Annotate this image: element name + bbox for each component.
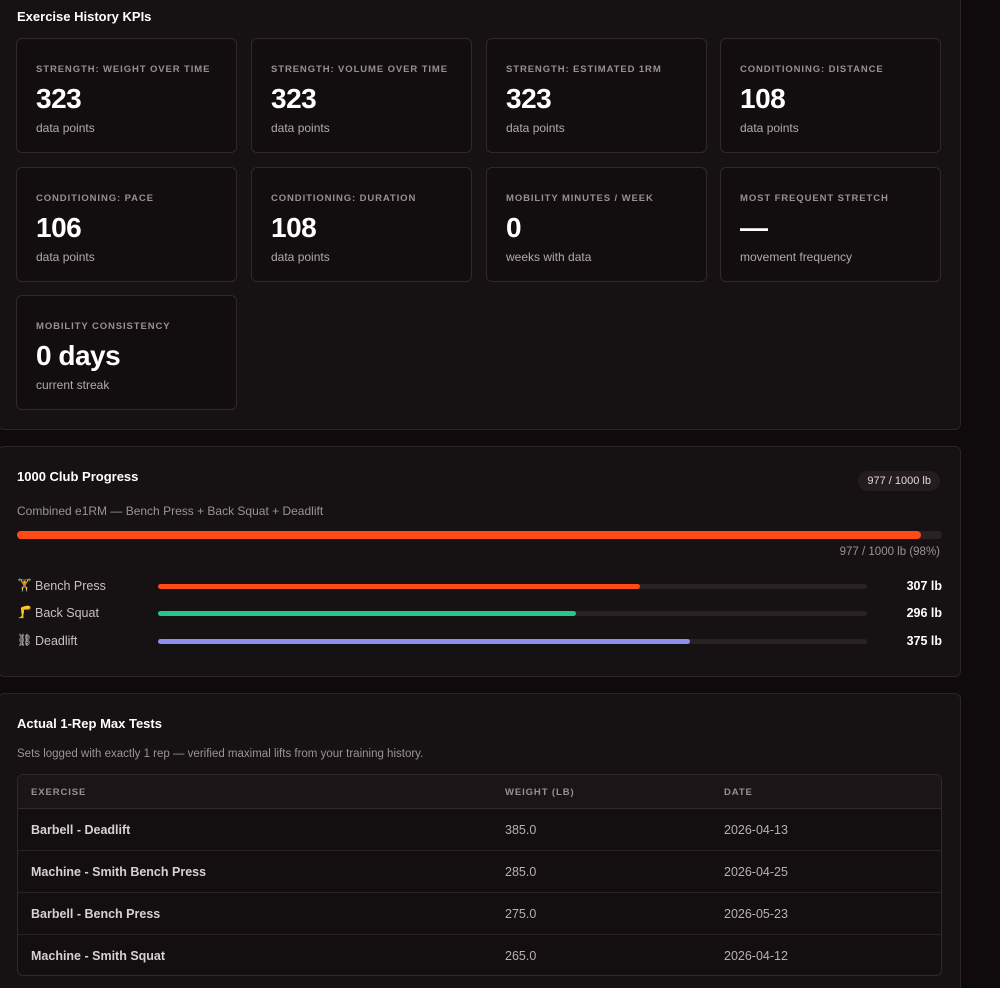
kpi-card-mobility-consistency: MOBILITY CONSISTENCY 0 days current stre… bbox=[16, 295, 237, 410]
lift-row-deadlift: ⛓ Deadlift 375 lb bbox=[17, 632, 942, 652]
lift-value: 375 lb bbox=[906, 634, 942, 648]
kpi-card-pace: CONDITIONING: PACE 106 data points bbox=[16, 167, 237, 282]
column-header-exercise[interactable]: EXERCISE bbox=[31, 787, 86, 798]
lift-progress-bar bbox=[158, 639, 867, 644]
kpi-card-weight-over-time: STRENGTH: WEIGHT OVER TIME 323 data poin… bbox=[16, 38, 237, 153]
kpi-label: STRENGTH: WEIGHT OVER TIME bbox=[36, 64, 211, 75]
tests-panel-title: Actual 1-Rep Max Tests bbox=[17, 716, 162, 731]
cell-date: 2026-05-23 bbox=[724, 907, 788, 921]
lift-value: 307 lb bbox=[906, 579, 942, 593]
kpi-panel-title: Exercise History KPIs bbox=[17, 9, 152, 24]
kpi-label: STRENGTH: ESTIMATED 1RM bbox=[506, 64, 662, 75]
tests-table: EXERCISE WEIGHT (LB) DATE Barbell - Dead… bbox=[17, 774, 942, 976]
lift-name: Bench Press bbox=[35, 579, 106, 593]
lift-value: 296 lb bbox=[906, 606, 942, 620]
kpi-label: CONDITIONING: DISTANCE bbox=[740, 64, 884, 75]
kpi-value: 0 days bbox=[36, 340, 121, 371]
column-header-date[interactable]: DATE bbox=[724, 787, 753, 798]
cell-date: 2026-04-25 bbox=[724, 865, 788, 879]
lift-row-back-squat: 🦵 Back Squat 296 lb bbox=[17, 604, 942, 624]
kpi-panel: Exercise History KPIs STRENGTH: WEIGHT O… bbox=[0, 0, 961, 430]
club-progress-fill bbox=[17, 531, 921, 539]
kpi-value: 108 bbox=[271, 212, 317, 243]
column-header-weight[interactable]: WEIGHT (LB) bbox=[505, 787, 575, 798]
kpi-label: CONDITIONING: PACE bbox=[36, 193, 154, 204]
kpi-sub: movement frequency bbox=[740, 250, 853, 264]
club-progress-panel: 1000 Club Progress 977 / 1000 lb Combine… bbox=[0, 446, 961, 677]
kpi-sub: data points bbox=[271, 121, 330, 135]
kpi-sub: data points bbox=[740, 121, 799, 135]
kpi-value: — bbox=[740, 212, 768, 243]
table-row[interactable]: Machine - Smith Squat 265.0 2026-04-12 bbox=[18, 935, 941, 975]
cell-date: 2026-04-13 bbox=[724, 823, 788, 837]
lift-progress-fill bbox=[158, 639, 690, 644]
kpi-card-volume-over-time: STRENGTH: VOLUME OVER TIME 323 data poin… bbox=[251, 38, 472, 153]
kpi-sub: data points bbox=[36, 121, 95, 135]
cell-date: 2026-04-12 bbox=[724, 949, 788, 963]
kpi-value: 106 bbox=[36, 212, 82, 243]
kpi-value: 323 bbox=[506, 83, 552, 114]
chain-icon: ⛓ bbox=[17, 633, 33, 647]
lift-row-bench-press: 🏋 Bench Press 307 lb bbox=[17, 577, 942, 597]
kpi-sub: data points bbox=[271, 250, 330, 264]
club-progress-caption: 977 / 1000 lb (98%) bbox=[839, 546, 940, 558]
kpi-sub: current streak bbox=[36, 378, 110, 392]
tests-description: Sets logged with exactly 1 rep — verifie… bbox=[17, 748, 424, 760]
kpi-value: 108 bbox=[740, 83, 786, 114]
lift-progress-bar bbox=[158, 584, 867, 589]
kpi-value: 323 bbox=[36, 83, 82, 114]
table-header: EXERCISE WEIGHT (LB) DATE bbox=[18, 775, 941, 809]
kpi-card-duration: CONDITIONING: DURATION 108 data points bbox=[251, 167, 472, 282]
barbell-icon: 🏋 bbox=[17, 578, 32, 592]
cell-weight: 385.0 bbox=[505, 823, 537, 837]
kpi-card-estimated-1rm: STRENGTH: ESTIMATED 1RM 323 data points bbox=[486, 38, 707, 153]
club-total-badge: 977 / 1000 lb bbox=[858, 471, 940, 491]
cell-weight: 285.0 bbox=[505, 865, 537, 879]
kpi-card-mobility-minutes: MOBILITY MINUTES / WEEK 0 weeks with dat… bbox=[486, 167, 707, 282]
lift-name: Deadlift bbox=[35, 634, 78, 648]
cell-exercise: Barbell - Deadlift bbox=[31, 823, 131, 837]
cell-exercise: Barbell - Bench Press bbox=[31, 907, 161, 921]
table-row[interactable]: Barbell - Bench Press 275.0 2026-05-23 bbox=[18, 893, 941, 935]
club-panel-title: 1000 Club Progress bbox=[17, 469, 139, 484]
table-row[interactable]: Barbell - Deadlift 385.0 2026-04-13 bbox=[18, 809, 941, 851]
lift-progress-fill bbox=[158, 584, 641, 589]
kpi-label: MOST FREQUENT STRETCH bbox=[740, 193, 889, 204]
kpi-sub: data points bbox=[506, 121, 565, 135]
leg-icon: 🦵 bbox=[17, 605, 32, 619]
table-row[interactable]: Machine - Smith Bench Press 285.0 2026-0… bbox=[18, 851, 941, 893]
kpi-card-most-frequent-stretch: MOST FREQUENT STRETCH — movement frequen… bbox=[720, 167, 941, 282]
kpi-label: MOBILITY CONSISTENCY bbox=[36, 321, 171, 332]
kpi-label: MOBILITY MINUTES / WEEK bbox=[506, 193, 654, 204]
kpi-card-distance: CONDITIONING: DISTANCE 108 data points bbox=[720, 38, 941, 153]
lift-progress-fill bbox=[158, 611, 577, 616]
kpi-label: CONDITIONING: DURATION bbox=[271, 193, 417, 204]
cell-exercise: Machine - Smith Squat bbox=[31, 949, 166, 963]
kpi-sub: data points bbox=[36, 250, 95, 264]
kpi-sub: weeks with data bbox=[506, 250, 592, 264]
lift-name: Back Squat bbox=[35, 606, 99, 620]
lift-progress-bar bbox=[158, 611, 867, 616]
kpi-value: 323 bbox=[271, 83, 317, 114]
cell-weight: 265.0 bbox=[505, 949, 537, 963]
one-rep-max-tests-panel: Actual 1-Rep Max Tests Sets logged with … bbox=[0, 693, 961, 988]
club-description: Combined e1RM — Bench Press + Back Squat… bbox=[17, 504, 324, 518]
club-progress-bar bbox=[17, 531, 942, 539]
cell-weight: 275.0 bbox=[505, 907, 537, 921]
kpi-label: STRENGTH: VOLUME OVER TIME bbox=[271, 64, 448, 75]
cell-exercise: Machine - Smith Bench Press bbox=[31, 865, 207, 879]
kpi-value: 0 bbox=[506, 212, 522, 243]
